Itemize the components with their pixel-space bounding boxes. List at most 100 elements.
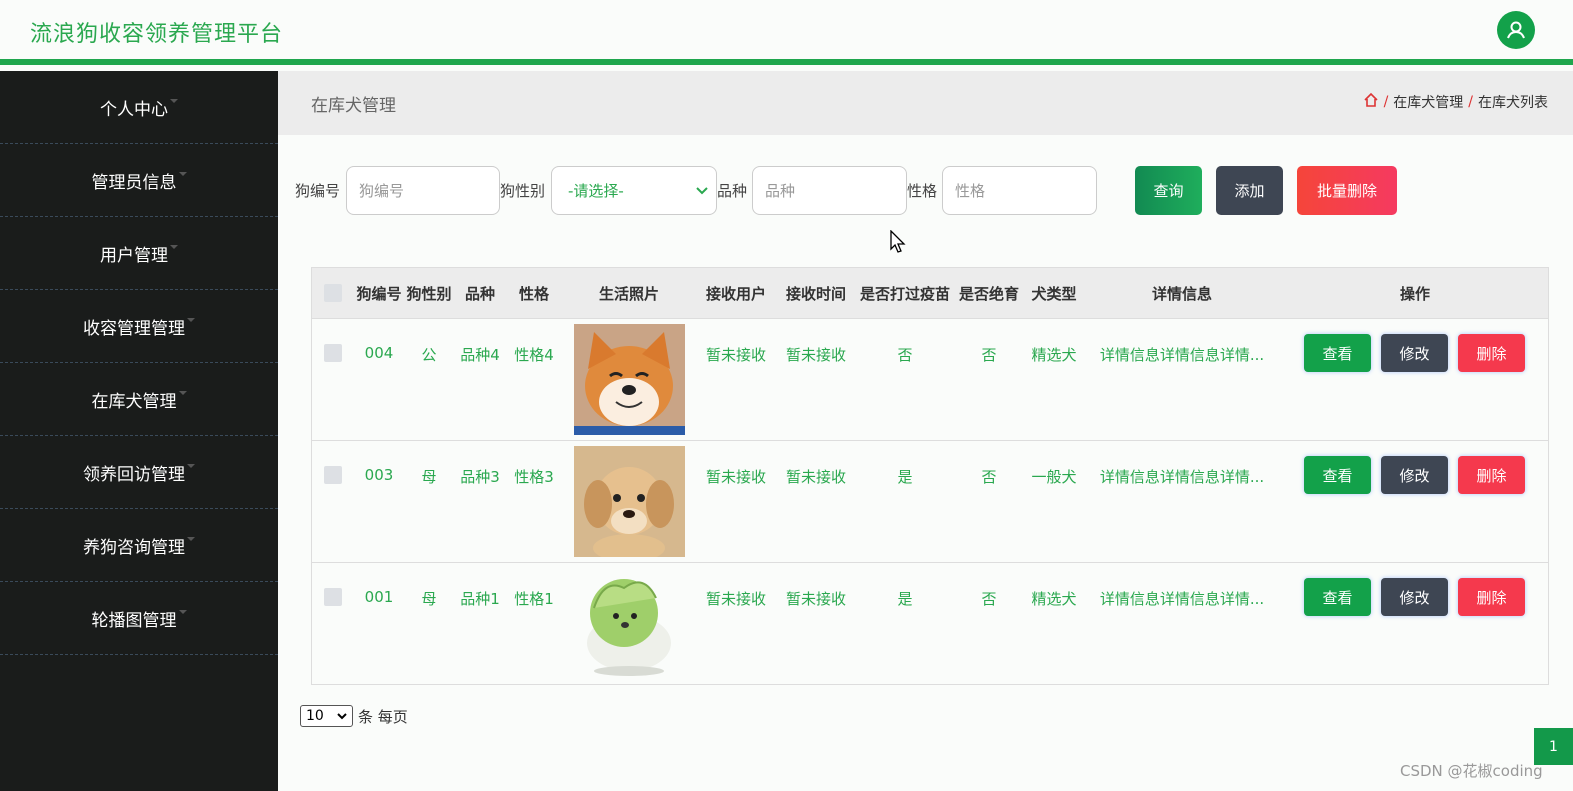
edit-button[interactable]: 修改 <box>1381 334 1448 372</box>
header-temper: 性格 <box>518 284 549 303</box>
cell-vaccinated: 是 <box>897 468 913 486</box>
view-button[interactable]: 查看 <box>1304 456 1371 494</box>
chevron-down-icon <box>337 712 347 719</box>
row-checkbox[interactable] <box>312 319 354 440</box>
caret-down-icon <box>178 391 187 395</box>
header-gender: 狗性别 <box>406 284 452 303</box>
dog-photo-puppy[interactable] <box>573 446 685 557</box>
main-content: 在库犬管理 / 在库犬管理 / 在库犬列表 狗编号 狗编号 狗性别 -请选择- … <box>278 71 1573 791</box>
dog-no-label: 狗编号 <box>295 182 341 200</box>
gender-select[interactable]: -请选择- <box>551 166 717 215</box>
pagination-size: 10 条 每页 <box>300 705 408 727</box>
cell-detail: 详情信息详情信息详情... <box>1099 590 1265 608</box>
cell-breed: 品种4 <box>460 346 500 364</box>
caret-down-icon <box>170 99 178 103</box>
cell-neutered: 否 <box>981 590 997 608</box>
breed-input[interactable]: 品种 <box>752 166 907 215</box>
temper-input[interactable]: 性格 <box>942 166 1097 215</box>
dog-photo-cabbage[interactable] <box>573 568 685 679</box>
cell-vaccinated: 是 <box>897 590 913 608</box>
edit-button[interactable]: 修改 <box>1381 456 1448 494</box>
top-bar: 流浪狗收容领养管理平台 <box>0 0 1573 65</box>
header-neutered: 是否绝育 <box>958 284 1019 303</box>
table-row: 003 母 品种3 性格3 暂未接收 暂未接收 是 否 一般犬 详情信息详情信息… <box>312 440 1548 562</box>
cell-receive-time: 暂未接收 <box>785 468 846 486</box>
app-title: 流浪狗收容领养管理平台 <box>30 22 284 47</box>
cell-receive-user: 暂未接收 <box>705 590 766 608</box>
cell-breed: 品种3 <box>460 468 500 486</box>
cell-photo <box>562 441 696 562</box>
header-dog-type: 犬类型 <box>1031 284 1077 303</box>
batch-delete-button[interactable]: 批量删除 <box>1297 166 1397 215</box>
row-checkbox[interactable] <box>312 441 354 562</box>
sidebar-item-personal-center[interactable]: 个人中心 <box>0 71 278 144</box>
sidebar-item-consultation[interactable]: 养狗咨询管理 <box>0 509 278 582</box>
select-all-checkbox[interactable] <box>312 268 354 318</box>
breadcrumb-item: 在库犬列表 <box>1478 95 1548 111</box>
cell-vaccinated: 否 <box>897 346 913 364</box>
breadcrumb: / 在库犬管理 / 在库犬列表 <box>1363 92 1548 112</box>
caret-down-icon <box>178 172 187 176</box>
query-button[interactable]: 查询 <box>1135 166 1202 215</box>
caret-down-icon <box>170 245 178 249</box>
sidebar-item-carousel[interactable]: 轮播图管理 <box>0 582 278 655</box>
cell-photo <box>562 319 696 440</box>
cell-temper: 性格4 <box>514 346 554 364</box>
breadcrumb-separator: / <box>1383 94 1389 110</box>
dog-table: 狗编号 狗性别 品种 性格 生活照片 接收用户 接收时间 是否打过疫苗 是否绝育… <box>311 267 1549 685</box>
header-receive-time: 接收时间 <box>785 284 846 303</box>
chevron-down-icon <box>696 186 708 194</box>
cell-neutered: 否 <box>981 468 997 486</box>
add-button[interactable]: 添加 <box>1216 166 1283 215</box>
row-checkbox[interactable] <box>312 563 354 684</box>
cell-dog-type: 一般犬 <box>1031 468 1077 486</box>
caret-down-icon <box>187 318 195 322</box>
sidebar-item-user-management[interactable]: 用户管理 <box>0 217 278 290</box>
search-bar: 狗编号 狗编号 狗性别 -请选择- 品种 品种 性格 性格 查询 添加 批量删除 <box>278 166 1573 216</box>
page-size-suffix: 条 每页 <box>358 707 408 726</box>
cell-gender: 母 <box>421 590 437 608</box>
mouse-cursor-icon <box>890 230 906 253</box>
table-row: 004 公 品种4 性格4 暂未接收 暂未接收 否 否 精选犬 详情信息详情信息… <box>312 318 1548 440</box>
view-button[interactable]: 查看 <box>1304 334 1371 372</box>
header-photo: 生活照片 <box>598 284 659 303</box>
gender-label: 狗性别 <box>500 182 546 200</box>
sidebar-item-adoption-followup[interactable]: 领养回访管理 <box>0 436 278 509</box>
cell-dog-no: 004 <box>364 344 394 362</box>
cell-photo <box>562 563 696 684</box>
cell-receive-time: 暂未接收 <box>785 590 846 608</box>
page-title: 在库犬管理 <box>311 96 396 116</box>
cell-neutered: 否 <box>981 346 997 364</box>
cell-receive-user: 暂未接收 <box>705 468 766 486</box>
breadcrumb-item[interactable]: 在库犬管理 <box>1393 92 1463 112</box>
cell-dog-type: 精选犬 <box>1031 590 1077 608</box>
sidebar: 个人中心 管理员信息 用户管理 收容管理管理 在库犬管理 领养回访管理 养狗咨询… <box>0 71 278 791</box>
page-size-select[interactable]: 10 <box>300 705 353 727</box>
dog-photo-shiba[interactable] <box>573 324 685 435</box>
header-breed: 品种 <box>464 284 495 303</box>
cell-receive-time: 暂未接收 <box>785 346 846 364</box>
caret-down-icon <box>187 537 195 541</box>
user-avatar-icon[interactable] <box>1497 11 1535 49</box>
cell-breed: 品种1 <box>460 590 500 608</box>
sidebar-item-dog-inventory[interactable]: 在库犬管理 <box>0 363 278 436</box>
view-button[interactable]: 查看 <box>1304 578 1371 616</box>
table-row: 001 母 品种1 性格1 暂未接收 暂未接收 是 否 精选犬 详情信息详情信息… <box>312 562 1548 684</box>
breadcrumb-separator: / <box>1468 94 1473 110</box>
delete-button[interactable]: 删除 <box>1458 334 1525 372</box>
breed-label: 品种 <box>717 182 748 200</box>
edit-button[interactable]: 修改 <box>1381 578 1448 616</box>
cell-detail: 详情信息详情信息详情... <box>1099 346 1265 364</box>
delete-button[interactable]: 删除 <box>1458 578 1525 616</box>
table-header: 狗编号 狗性别 品种 性格 生活照片 接收用户 接收时间 是否打过疫苗 是否绝育… <box>312 268 1548 318</box>
caret-down-icon <box>187 464 195 468</box>
home-icon[interactable] <box>1363 92 1379 112</box>
sidebar-item-shelter-management[interactable]: 收容管理管理 <box>0 290 278 363</box>
header-dog-no: 狗编号 <box>356 284 402 303</box>
dog-no-input[interactable]: 狗编号 <box>346 166 500 215</box>
cell-dog-no: 001 <box>364 588 394 606</box>
temper-label: 性格 <box>907 182 938 200</box>
header-vaccinated: 是否打过疫苗 <box>859 284 950 303</box>
delete-button[interactable]: 删除 <box>1458 456 1525 494</box>
sidebar-item-admin-info[interactable]: 管理员信息 <box>0 144 278 217</box>
